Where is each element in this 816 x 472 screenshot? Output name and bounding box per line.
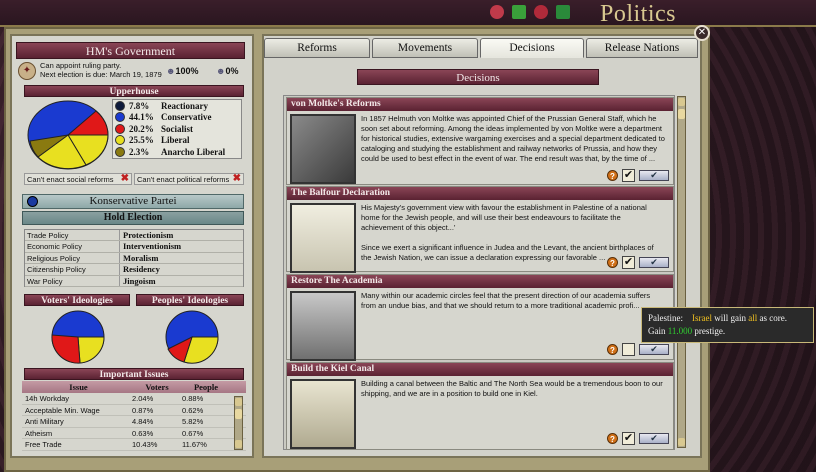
scroll-down-icon[interactable]	[235, 440, 242, 448]
rose-icon[interactable]	[490, 5, 504, 19]
table-row: Atheism 0.63% 0.67%	[22, 428, 246, 439]
scroll-up-icon[interactable]	[235, 398, 242, 406]
party-policies: Trade Policy Protectionism Economic Polic…	[24, 229, 244, 287]
decision-academia-picture	[290, 291, 356, 361]
legend-row: 7.8% Reactionary	[113, 100, 241, 112]
requirements-check[interactable]: ✔	[622, 432, 635, 445]
chart-icon[interactable]	[556, 5, 570, 19]
decision-description: Many within our academic circles feel th…	[361, 291, 651, 310]
decisions-list: von Moltke's Reforms In 1857 Helmuth von…	[283, 95, 675, 450]
decision-title: Restore The Academia	[287, 275, 673, 288]
scroll-thumb[interactable]	[235, 409, 242, 419]
top-icons	[490, 5, 570, 19]
cant-social-reforms: Can't enact social reforms ✖	[24, 173, 132, 185]
policy-row: Religious Policy Moralism	[25, 252, 243, 265]
legend-swatch	[115, 135, 125, 146]
voters-ideologies-header: Voters' Ideologies	[24, 294, 130, 306]
decision-title: Build the Kiel Canal	[287, 363, 673, 376]
upperhouse-header: Upperhouse	[24, 85, 244, 97]
legend-swatch	[115, 112, 125, 123]
decision-title: The Balfour Declaration	[287, 187, 673, 200]
requirements-check[interactable]	[622, 343, 635, 356]
hold-election-button[interactable]: Hold Election	[22, 211, 244, 225]
issues-header-row: Issue Voters People	[22, 381, 246, 393]
voters-pie	[51, 310, 105, 364]
decision-map-picture	[290, 379, 356, 449]
policy-row: War Policy Jingoism	[25, 275, 243, 287]
close-icon[interactable]: ✕	[694, 25, 710, 41]
window-title: Politics	[599, 1, 676, 27]
party-color-icon	[27, 196, 38, 207]
decision-title: von Moltke's Reforms	[287, 98, 673, 111]
legend-swatch	[115, 100, 125, 111]
legend-swatch	[115, 123, 125, 134]
scroll-thumb[interactable]	[678, 109, 685, 119]
cant-political-reforms: Can't enact political reforms ✖	[134, 173, 244, 185]
legend-row: 25.5% Liberal	[113, 135, 241, 147]
policy-row: Trade Policy Protectionism	[25, 230, 243, 242]
upperhouse-pie	[27, 100, 109, 170]
decision-document-picture	[290, 203, 356, 273]
table-row: Anti Military 4.84% 5.82%	[22, 416, 246, 428]
decision-card: Restore The Academia Many within our aca…	[286, 274, 674, 361]
table-row: Free Trade 10.43% 11.67%	[22, 439, 246, 451]
government-title: HM's Government	[16, 42, 245, 59]
top-bar: Politics	[0, 0, 816, 27]
checkmark-icon[interactable]	[512, 5, 526, 19]
gov-line-2: Next election is due: March 19, 1879	[40, 70, 162, 79]
help-icon[interactable]: ?	[607, 170, 618, 181]
policy-row: Citizenship Policy Residency	[25, 264, 243, 276]
decision-description: In 1857 Helmuth von Moltke was appointed…	[361, 114, 665, 163]
decision-description: His Majesty's government view with favou…	[361, 203, 654, 262]
decision-portrait	[290, 114, 356, 184]
government-icon[interactable]: ✦	[18, 62, 36, 80]
decision-tooltip: Palestine: Israel will gain all as core.…	[641, 307, 814, 343]
legend-swatch	[115, 146, 125, 157]
x-icon: ✖	[232, 173, 241, 184]
table-row: Acceptable Min. Wage 0.87% 0.62%	[22, 405, 246, 416]
scroll-up-icon[interactable]	[678, 98, 685, 106]
legend-row: 20.2% Socialist	[113, 123, 241, 135]
help-icon[interactable]: ?	[607, 257, 618, 268]
peoples-ideologies-header: Peoples' Ideologies	[136, 294, 244, 306]
decision-card: Build the Kiel Canal Building a canal be…	[286, 362, 674, 450]
peoples-pie	[165, 310, 219, 364]
enact-button[interactable]: ✔	[639, 344, 669, 355]
decision-card: The Balfour Declaration His Majesty's go…	[286, 186, 674, 273]
stat-2: ☻0%	[216, 66, 239, 76]
decisions-header: Decisions	[357, 69, 599, 85]
ruling-party-button[interactable]: Konservative Partei	[22, 194, 244, 209]
requirements-check[interactable]: ✔	[622, 169, 635, 182]
decision-card: von Moltke's Reforms In 1857 Helmuth von…	[286, 97, 674, 185]
legend-row: 2.3% Anarcho Liberal	[113, 146, 241, 158]
stat-1: ☻100%	[166, 66, 199, 76]
requirements-check[interactable]: ✔	[622, 256, 635, 269]
decision-description: Building a canal between the Baltic and …	[361, 379, 663, 398]
issues-table: Issue Voters People 14h Workday 2.04% 0.88% …	[22, 381, 246, 451]
gov-line-1: Can appoint ruling party.	[40, 61, 122, 70]
table-row: 14h Workday 2.04% 0.88%	[22, 393, 246, 405]
upperhouse-legend: 7.8% Reactionary 44.1% Conservative 20.2% S…	[112, 99, 242, 159]
decisions-scrollbar[interactable]	[677, 96, 686, 448]
tab-release-nations[interactable]: Release Nations	[586, 38, 698, 58]
enact-button[interactable]: ✔	[639, 170, 669, 181]
tab-decisions[interactable]: Decisions	[480, 38, 584, 58]
enact-button[interactable]: ✔	[639, 433, 669, 444]
scroll-down-icon[interactable]	[678, 438, 685, 446]
tab-movements[interactable]: Movements	[372, 38, 478, 58]
important-issues-header: Important Issues	[24, 368, 244, 380]
enact-button[interactable]: ✔	[639, 257, 669, 268]
legend-row: 44.1% Conservative	[113, 112, 241, 124]
policy-row: Economic Policy Interventionism	[25, 241, 243, 253]
x-icon: ✖	[120, 173, 129, 184]
flower-icon[interactable]	[534, 5, 548, 19]
help-icon[interactable]: ?	[607, 344, 618, 355]
help-icon[interactable]: ?	[607, 433, 618, 444]
tab-reforms[interactable]: Reforms	[264, 38, 370, 58]
issues-scrollbar[interactable]	[234, 396, 243, 450]
government-info: ✦ Can appoint ruling party. Next electio…	[18, 61, 248, 83]
